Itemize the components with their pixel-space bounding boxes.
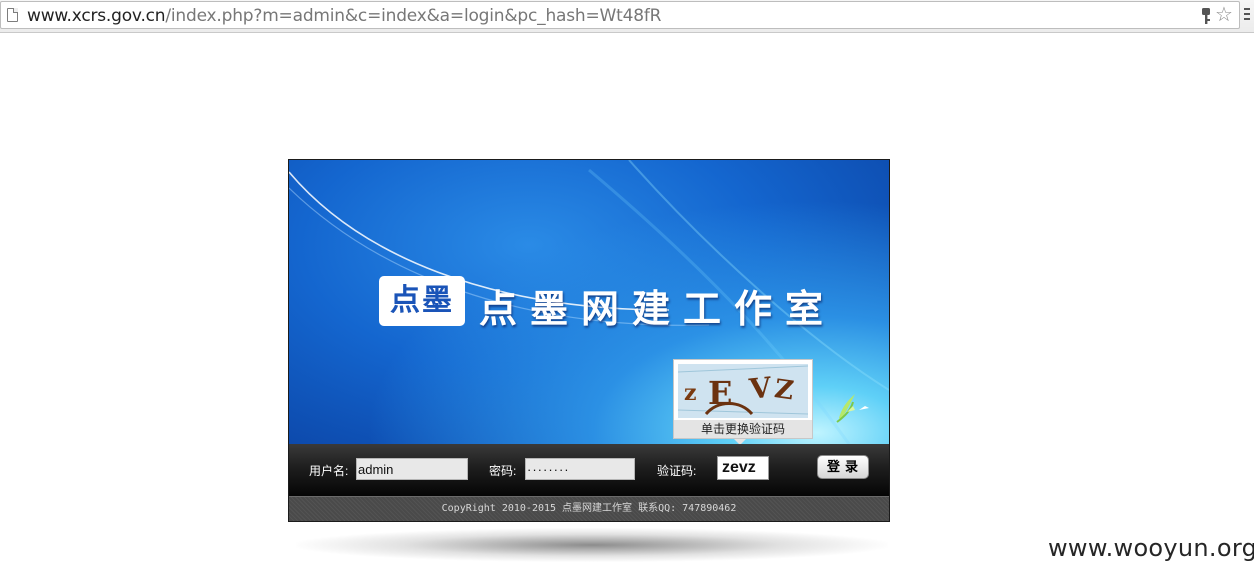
username-label: 用户名:: [309, 464, 349, 478]
login-button[interactable]: 登录: [817, 455, 869, 479]
logo-mark: 点墨: [379, 276, 465, 326]
login-form: 用户名: 密码: 验证码: 登录: [289, 444, 889, 496]
svg-text:E: E: [708, 374, 732, 412]
star-icon[interactable]: ☆: [1215, 4, 1233, 26]
svg-text:z: z: [684, 380, 697, 406]
captcha-image-graphic: z E V Z: [678, 365, 808, 416]
login-banner: 点墨 点墨网建工作室 z E V Z 单击更换验证码: [289, 160, 889, 445]
brand-name: 点墨网建工作室: [479, 286, 837, 331]
captcha-refresh-caption[interactable]: 单击更换验证码: [674, 420, 812, 438]
url-host: www.xcrs.gov.cn: [27, 6, 166, 26]
captcha-label: 验证码:: [657, 464, 697, 478]
svg-text:Z: Z: [773, 374, 796, 406]
logo-text: 点墨: [390, 283, 454, 318]
key-icon[interactable]: [1199, 7, 1213, 25]
watermark-text: www.wooyun.org: [1048, 534, 1254, 562]
address-bar[interactable]: www.xcrs.gov.cn/index.php?m=admin&c=inde…: [0, 1, 1240, 29]
svg-text:V: V: [747, 371, 774, 406]
birds-leaf-decoration: [836, 394, 869, 423]
panel-shadow: [296, 528, 888, 562]
captcha-input[interactable]: [717, 456, 769, 480]
url-text[interactable]: www.xcrs.gov.cn/index.php?m=admin&c=inde…: [27, 6, 661, 26]
menu-icon[interactable]: [1244, 6, 1252, 22]
username-input[interactable]: [356, 458, 468, 480]
copyright-footer: CopyRight 2010-2015 点墨网建工作室 联系QQ: 747890…: [289, 496, 889, 521]
captcha-image[interactable]: z E V Z: [678, 364, 808, 418]
password-label: 密码:: [489, 464, 517, 478]
browser-toolbar: www.xcrs.gov.cn/index.php?m=admin&c=inde…: [0, 0, 1254, 33]
page-icon: [7, 8, 18, 22]
url-path: /index.php?m=admin&c=index&a=login&pc_ha…: [165, 6, 662, 26]
captcha-popup[interactable]: z E V Z 单击更换验证码: [673, 359, 813, 439]
login-panel: 点墨 点墨网建工作室 z E V Z 单击更换验证码 用户名: admin 密码…: [288, 159, 890, 522]
password-input[interactable]: [525, 458, 635, 480]
